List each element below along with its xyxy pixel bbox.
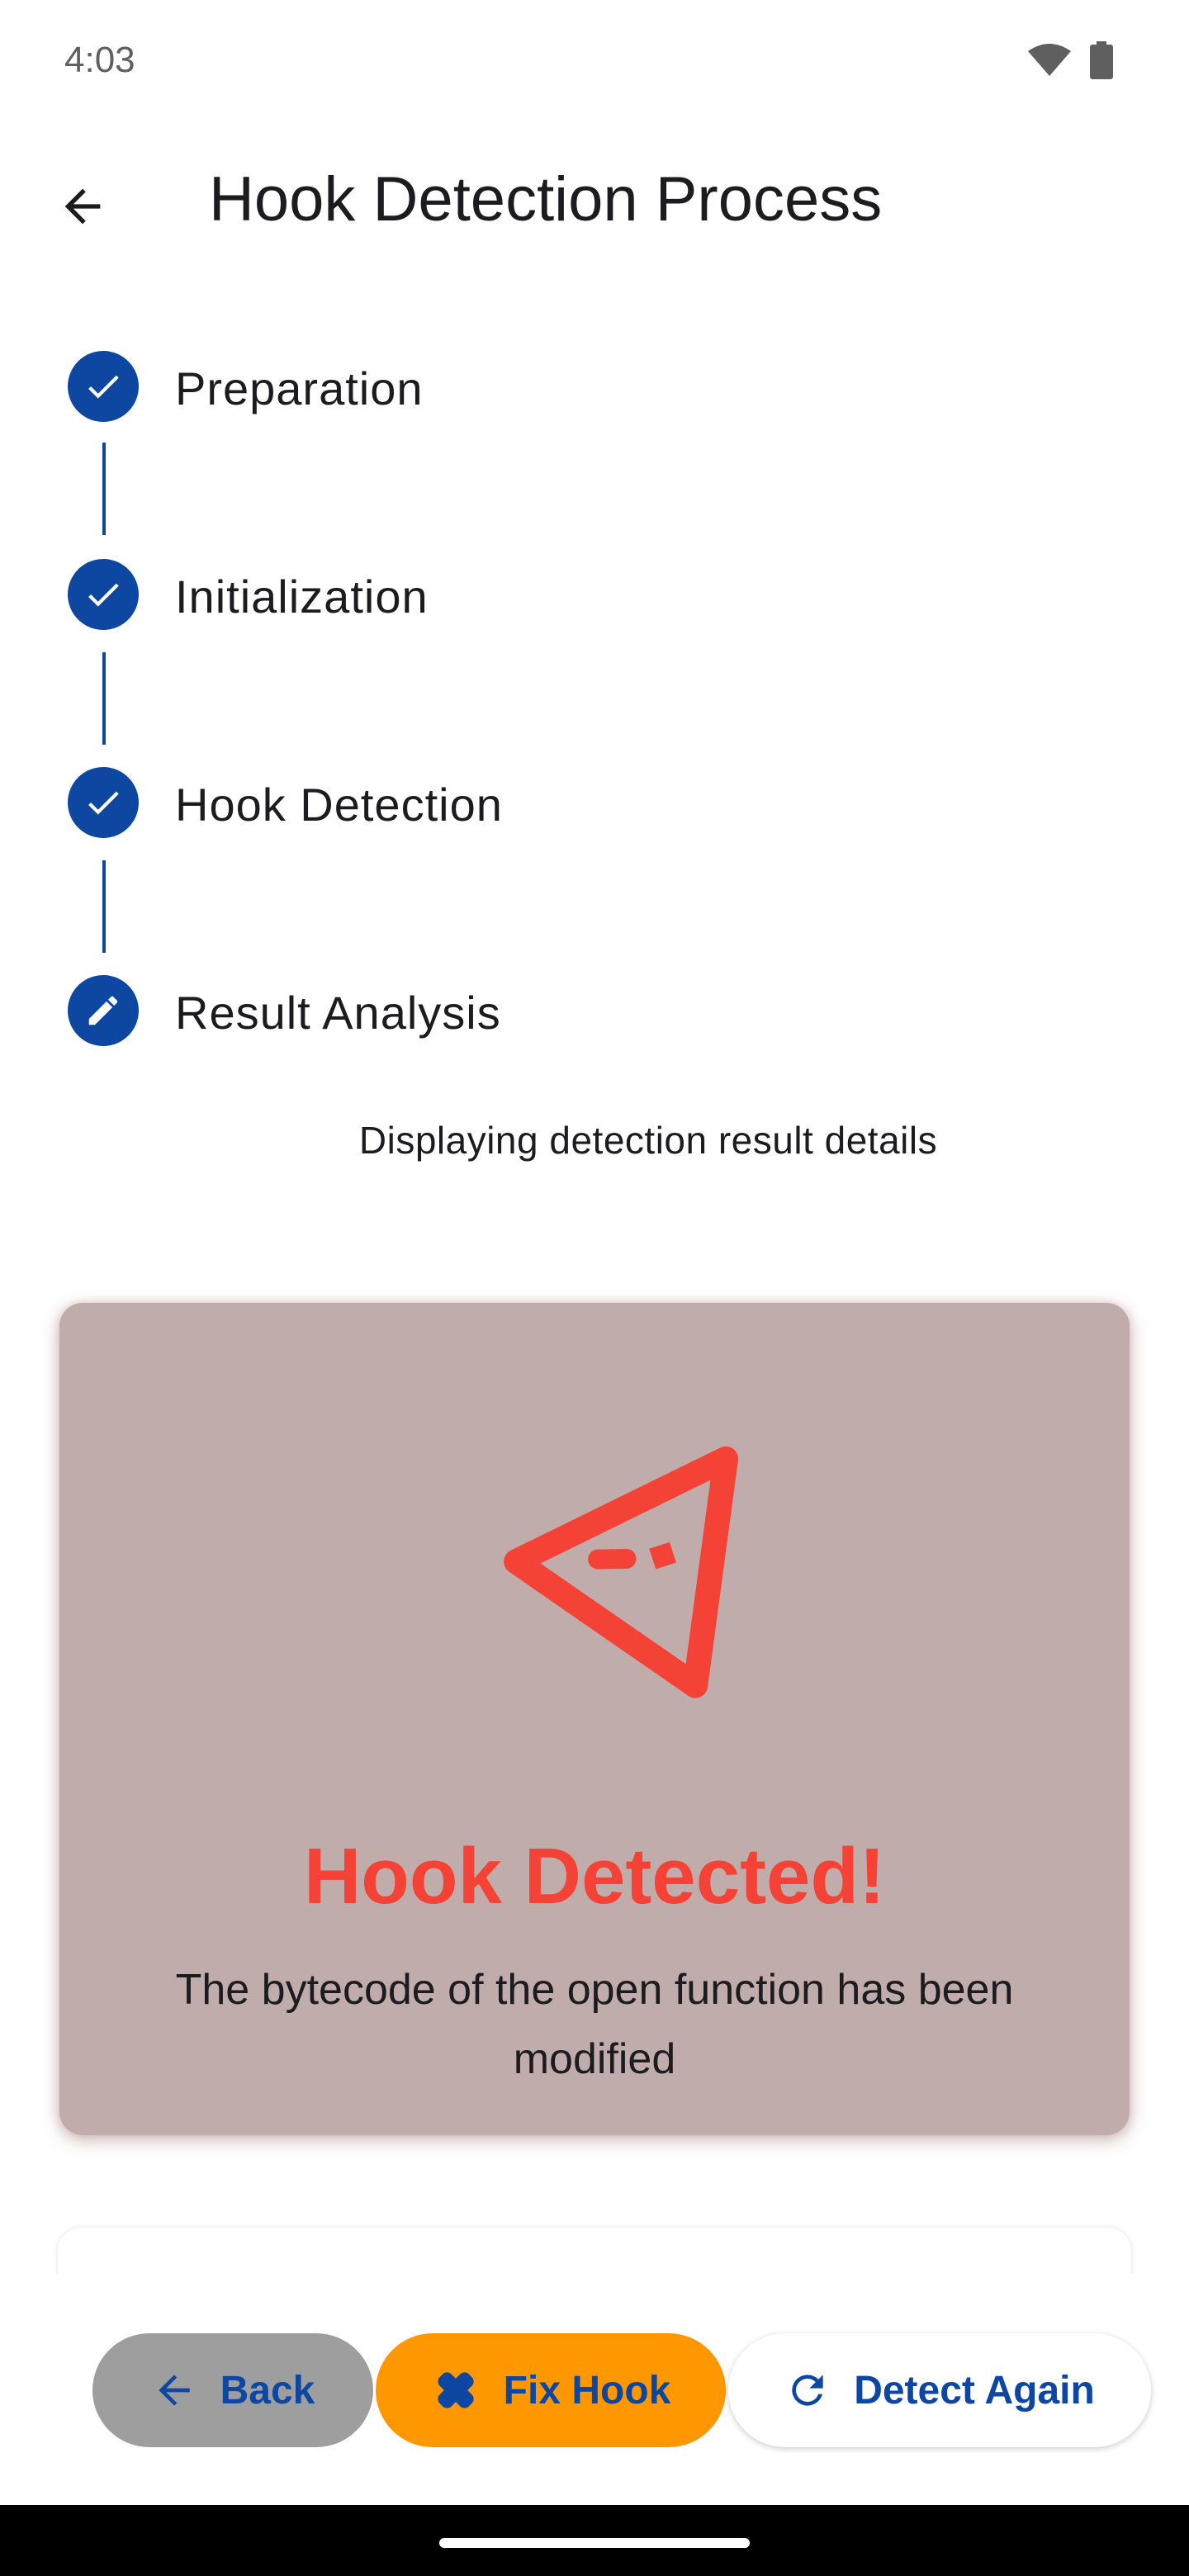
home-gesture-handle[interactable] bbox=[439, 2538, 750, 2548]
system-navigation-bar bbox=[0, 2505, 1189, 2576]
result-title: Hook Detected! bbox=[303, 1832, 886, 1920]
result-card: Hook Detected! The bytecode of the open … bbox=[59, 1303, 1130, 2135]
detect-again-button-label: Detect Again bbox=[854, 2368, 1095, 2413]
back-button[interactable]: Back bbox=[92, 2333, 373, 2447]
fix-hook-button-label: Fix Hook bbox=[503, 2368, 671, 2413]
refresh-icon bbox=[792, 2375, 823, 2406]
step-connector bbox=[102, 652, 106, 745]
check-icon bbox=[68, 351, 139, 422]
wifi-icon bbox=[1028, 44, 1071, 76]
step-initialization[interactable]: Initialization bbox=[68, 559, 1059, 633]
step-label: Preparation bbox=[175, 362, 424, 414]
status-time: 4:03 bbox=[64, 40, 135, 80]
edit-pencil-icon bbox=[68, 975, 139, 1046]
step-label: Initialization bbox=[175, 571, 429, 623]
step-result-analysis[interactable]: Result Analysis bbox=[68, 975, 1059, 1049]
step-detail-text: Displaying detection result details bbox=[358, 1119, 938, 1162]
step-preparation[interactable]: Preparation bbox=[68, 351, 1059, 425]
back-button-label: Back bbox=[220, 2368, 315, 2413]
arrow-back-icon bbox=[158, 2375, 190, 2406]
back-arrow-icon[interactable] bbox=[48, 172, 117, 241]
detect-again-button[interactable]: Detect Again bbox=[728, 2333, 1151, 2447]
step-connector bbox=[102, 860, 106, 953]
battery-icon bbox=[1090, 41, 1113, 79]
step-hook-detection[interactable]: Hook Detection bbox=[68, 767, 1059, 841]
step-label: Hook Detection bbox=[175, 779, 503, 831]
warning-triangle-icon bbox=[504, 1446, 739, 1698]
step-label: Result Analysis bbox=[175, 987, 501, 1039]
result-description: The bytecode of the open function has be… bbox=[175, 1966, 1014, 2083]
check-icon bbox=[68, 767, 139, 838]
step-connector bbox=[102, 443, 106, 535]
healing-bandage-icon bbox=[438, 2372, 474, 2408]
page-title: Hook Detection Process bbox=[209, 164, 883, 234]
status-icons bbox=[1027, 41, 1113, 79]
app-bar: Hook Detection Process bbox=[0, 124, 1189, 272]
status-bar: 4:03 bbox=[0, 0, 1189, 124]
check-icon bbox=[68, 559, 139, 630]
fix-hook-button[interactable]: Fix Hook bbox=[376, 2333, 726, 2447]
